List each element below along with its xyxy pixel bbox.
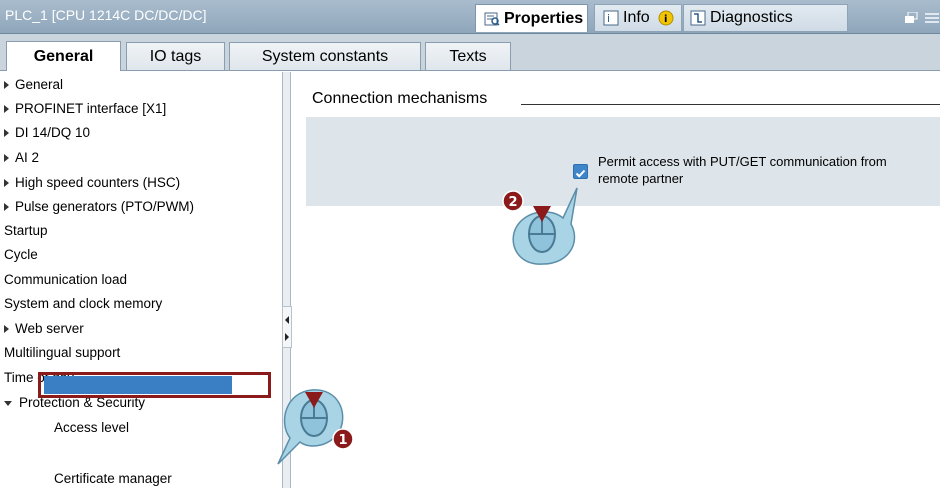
- step-number: 2: [508, 195, 517, 210]
- info-icon: i: [603, 10, 619, 26]
- section-title: Connection mechanisms: [312, 90, 488, 107]
- tab-texts[interactable]: Texts: [425, 42, 511, 70]
- tree-item-communication-load[interactable]: Communication load: [4, 269, 127, 291]
- tree-item-cycle[interactable]: Cycle: [4, 244, 38, 266]
- properties-icon: [484, 11, 500, 27]
- tab-info[interactable]: i Info i: [594, 4, 682, 32]
- tree-item-system-clock-memory[interactable]: System and clock memory: [4, 293, 162, 315]
- tab-properties[interactable]: Properties: [475, 4, 588, 32]
- diagnostics-icon: [690, 10, 706, 26]
- tree-item-profinet-interface[interactable]: PROFINET interface [X1]: [4, 98, 166, 120]
- tab-general[interactable]: General: [6, 41, 121, 71]
- tree-item-general[interactable]: General: [4, 74, 63, 96]
- tab-io-tags[interactable]: IO tags: [126, 42, 225, 70]
- expand-arrow-icon[interactable]: [4, 154, 9, 163]
- expand-arrow-icon[interactable]: [4, 129, 9, 138]
- restore-window-icon[interactable]: [905, 9, 919, 23]
- tree-item-ai[interactable]: AI 2: [4, 147, 39, 169]
- tree-item-web-server[interactable]: Web server: [4, 318, 84, 340]
- expand-arrow-icon[interactable]: [4, 325, 9, 334]
- expand-arrow-icon[interactable]: [4, 105, 9, 114]
- tree-item-startup[interactable]: Startup: [4, 220, 48, 242]
- tab-properties-label: Properties: [504, 9, 584, 27]
- expand-arrow-icon[interactable]: [4, 179, 9, 188]
- tab-diagnostics[interactable]: Diagnostics: [683, 4, 848, 32]
- navigation-tree: General PROFINET interface [X1] DI 14/DQ…: [0, 72, 280, 488]
- permit-putget-label: Permit access with PUT/GET communication…: [598, 154, 887, 186]
- svg-text:i: i: [664, 14, 667, 25]
- tree-item-pulse-generators[interactable]: Pulse generators (PTO/PWM): [4, 196, 194, 218]
- tab-info-label: Info: [623, 9, 650, 26]
- selection-highlight-frame: [38, 372, 271, 398]
- tab-diagnostics-label: Diagnostics: [710, 9, 793, 26]
- collapse-arrow-icon[interactable]: [4, 400, 12, 406]
- tree-item-access-level[interactable]: Access level: [54, 417, 129, 439]
- menu-icon[interactable]: [925, 9, 939, 23]
- subtab-bar: General IO tags System constants Texts: [0, 34, 940, 71]
- inspector-titlebar: PLC_1 [CPU 1214C DC/DC/DC] Properties i …: [0, 0, 940, 34]
- step-number: 1: [338, 433, 347, 448]
- mouse-click-icon: 2: [502, 187, 578, 265]
- tree-item-high-speed-counters[interactable]: High speed counters (HSC): [4, 172, 180, 194]
- expand-arrow-icon[interactable]: [4, 81, 9, 90]
- permit-putget-checkbox[interactable]: [573, 164, 588, 179]
- checkmark-icon: [575, 169, 586, 178]
- tree-item-multilingual-support[interactable]: Multilingual support: [4, 342, 120, 364]
- window-title: PLC_1 [CPU 1214C DC/DC/DC]: [5, 7, 207, 23]
- expand-arrow-icon[interactable]: [4, 203, 9, 212]
- click-callout-2: 2: [497, 186, 597, 276]
- mouse-click-icon: 1: [277, 389, 354, 465]
- section-divider: [521, 104, 940, 105]
- tab-system-constants[interactable]: System constants: [229, 42, 421, 70]
- info-badge-icon: i: [658, 10, 674, 26]
- click-callout-1: 1: [270, 380, 370, 470]
- tree-item-certificate-manager[interactable]: Certificate manager: [54, 468, 172, 486]
- tree-item-connection-mechanisms[interactable]: Connection mechanisms: [51, 444, 204, 466]
- splitter-handle[interactable]: [282, 306, 292, 348]
- tree-item-di-dq[interactable]: DI 14/DQ 10: [4, 122, 90, 144]
- svg-text:i: i: [607, 12, 610, 25]
